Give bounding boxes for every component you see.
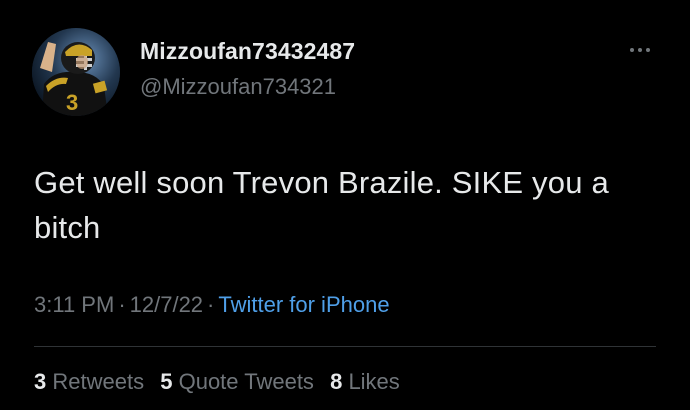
retweets-count: 3 <box>34 369 47 394</box>
display-name[interactable]: Mizzoufan73432487 <box>140 38 355 65</box>
quote-tweets-stat[interactable]: 5 Quote Tweets <box>160 369 314 395</box>
quote-tweets-count: 5 <box>160 369 173 394</box>
retweets-label: Retweets <box>52 369 145 394</box>
likes-label: Likes <box>348 369 400 394</box>
retweets-stat[interactable]: 3 Retweets <box>34 369 144 395</box>
meta-separator: · <box>118 292 126 317</box>
tweet-card: 3 Mizzoufan73432487 @Mizzoufan734321 Get… <box>0 0 690 410</box>
avatar[interactable]: 3 <box>32 28 120 116</box>
tweet-text: Get well soon Trevon Brazile. SIKE you a… <box>34 165 609 245</box>
more-options-icon[interactable] <box>622 40 658 60</box>
tweet-metadata: 3:11 PM · 12/7/22 · Twitter for iPhone <box>34 292 390 318</box>
user-handle[interactable]: @Mizzoufan734321 <box>140 74 336 100</box>
tweet-source-link[interactable]: Twitter for iPhone <box>218 292 389 317</box>
divider <box>34 346 656 347</box>
svg-text:3: 3 <box>66 90 78 115</box>
engagement-stats: 3 Retweets 5 Quote Tweets 8 Likes <box>34 369 410 395</box>
likes-stat[interactable]: 8 Likes <box>330 369 400 395</box>
tweet-time[interactable]: 3:11 PM <box>34 292 114 317</box>
tweet-date[interactable]: 12/7/22 <box>130 292 203 317</box>
quote-tweets-label: Quote Tweets <box>178 369 314 394</box>
likes-count: 8 <box>330 369 343 394</box>
football-player-avatar-icon: 3 <box>32 28 120 116</box>
meta-separator: · <box>207 292 215 317</box>
